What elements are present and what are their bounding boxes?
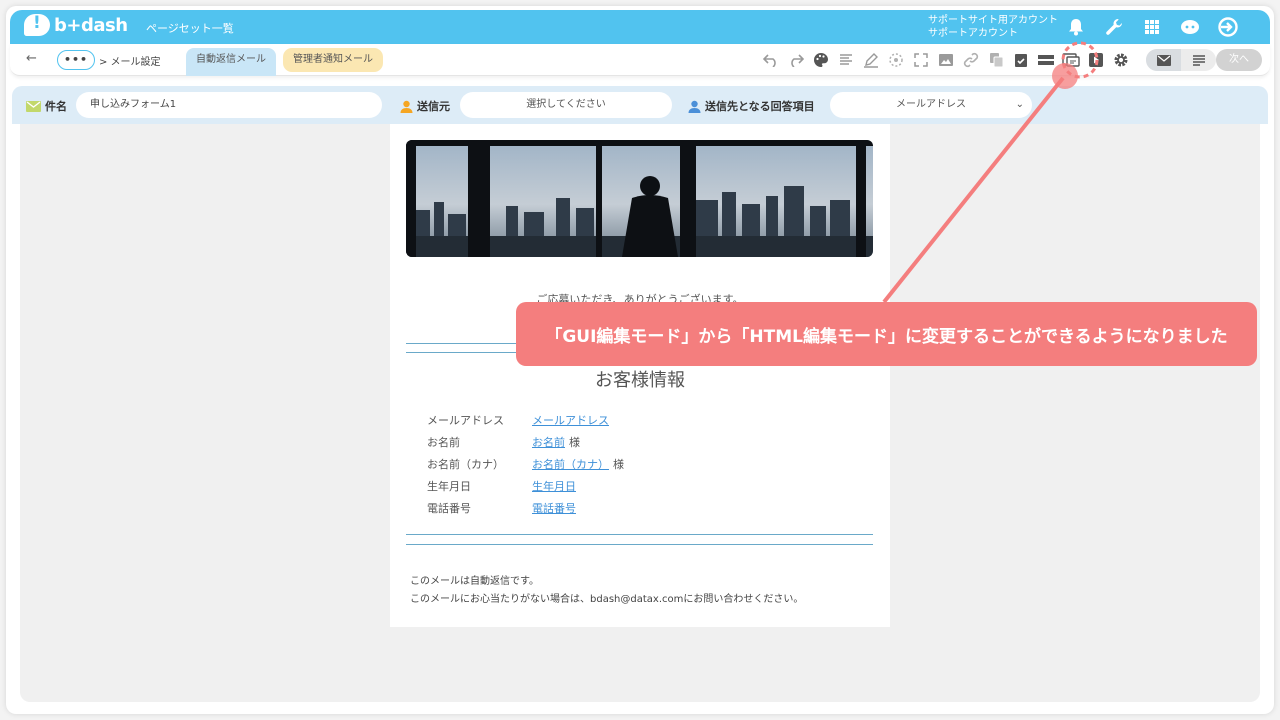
tab-auto-reply-mail[interactable]: 自動返信メール (186, 48, 276, 76)
customer-info-title[interactable]: お客様情報 (390, 366, 890, 392)
view-mode-toggle[interactable] (1146, 49, 1216, 71)
recipient-select-value: メールアドレス (896, 99, 966, 110)
person-icon (400, 100, 413, 113)
footer-line-2: このメールにお心当たりがない場合は、bdash@datax.comにお問い合わせ… (410, 594, 804, 605)
info-value-link[interactable]: お名前 (532, 434, 565, 450)
grid-icon[interactable] (1140, 15, 1164, 39)
recipient-label: 送信先となる回答項目 (688, 98, 815, 114)
top-header: b+dash ページセット一覧 サポートサイト用アカウント サポートアカウント (10, 10, 1270, 44)
play-icon[interactable] (1087, 51, 1105, 69)
logout-icon[interactable] (1216, 15, 1240, 39)
html-mode-icon[interactable] (1062, 51, 1080, 69)
account-info[interactable]: サポートサイト用アカウント サポートアカウント (928, 14, 1058, 40)
customer-info-table[interactable]: メールアドレス メールアドレス お名前 お名前 様 お名前（カナ） お名前（カナ… (427, 409, 624, 519)
mail-icon (26, 100, 41, 112)
checkbox-icon[interactable] (1012, 51, 1030, 69)
redo-icon[interactable] (787, 51, 805, 69)
sender-label: 送信元 (400, 98, 450, 114)
more-button[interactable]: ••• (57, 50, 95, 70)
info-suffix: 様 (569, 436, 580, 449)
info-suffix: 様 (613, 458, 624, 471)
pen-icon[interactable] (862, 51, 880, 69)
account-line-2: サポートアカウント (928, 28, 1018, 39)
logo-text: b+dash (54, 14, 128, 36)
bell-icon[interactable] (1064, 15, 1088, 39)
info-key: メールアドレス (427, 414, 504, 427)
subject-label-text: 件名 (45, 100, 67, 113)
palette-icon[interactable] (812, 51, 830, 69)
tab-admin-notify-mail[interactable]: 管理者通知メール (283, 48, 383, 72)
info-key: お名前（カナ） (427, 458, 504, 471)
copy-icon[interactable] (987, 51, 1005, 69)
info-row-email: メールアドレス メールアドレス (427, 409, 624, 431)
divider (406, 534, 873, 535)
info-value-link[interactable]: お名前（カナ） (532, 456, 609, 472)
mail-view-icon[interactable] (1146, 49, 1181, 71)
logo[interactable]: b+dash (24, 13, 128, 36)
mail-preview[interactable]: ご応募いただき、ありがとうございます。 お客様情報 メールアドレス メールアドレ… (390, 124, 890, 627)
info-row-phone: 電話番号 電話番号 (427, 497, 624, 519)
target-icon[interactable] (887, 51, 905, 69)
person-icon (688, 100, 701, 113)
divider (406, 544, 873, 545)
logo-icon (24, 13, 50, 36)
info-key: お名前 (427, 436, 460, 449)
annotation-callout: 「GUI編集モード」から「HTML編集モード」に変更することができるようになりま… (516, 302, 1257, 366)
subject-label: 件名 (26, 98, 67, 114)
info-row-name: お名前 お名前 様 (427, 431, 624, 453)
text-align-icon[interactable] (837, 51, 855, 69)
editor-toolbar: ← ••• > メール設定 自動返信メール 管理者通知メール 次へ (10, 44, 1270, 76)
link-icon[interactable] (962, 51, 980, 69)
info-value-link[interactable]: メールアドレス (532, 412, 609, 428)
subject-input[interactable]: 申し込みフォーム1 (76, 92, 382, 118)
info-key: 電話番号 (427, 502, 471, 515)
feedback-icon[interactable] (1178, 15, 1202, 39)
fullscreen-icon[interactable] (912, 51, 930, 69)
recipient-select[interactable]: メールアドレス ⌄ (830, 92, 1032, 118)
footer-line-1: このメールは自動返信です。 (410, 576, 539, 587)
chevron-down-icon: ⌄ (1015, 99, 1024, 110)
sender-label-text: 送信元 (417, 100, 450, 113)
page-list-link[interactable]: ページセット一覧 (146, 20, 234, 36)
info-value-link[interactable]: 生年月日 (532, 478, 576, 494)
mail-footer[interactable]: このメールは自動返信です。 このメールにお心当たりがない場合は、bdash@da… (410, 573, 803, 609)
wrench-icon[interactable] (1102, 15, 1126, 39)
layout-icon[interactable] (1037, 51, 1055, 69)
hero-image[interactable] (406, 140, 873, 257)
account-line-1: サポートサイト用アカウント (928, 15, 1058, 26)
info-key: 生年月日 (427, 480, 471, 493)
gear-icon[interactable] (1112, 51, 1130, 69)
info-value-link[interactable]: 電話番号 (532, 500, 576, 516)
image-icon[interactable] (937, 51, 955, 69)
mail-field-bar: 件名 申し込みフォーム1 送信元 選択してください 送信先となる回答項目 メール… (12, 86, 1268, 124)
sender-select[interactable]: 選択してください (460, 92, 672, 118)
info-row-birthdate: 生年月日 生年月日 (427, 475, 624, 497)
undo-icon[interactable] (762, 51, 780, 69)
back-arrow-icon[interactable]: ← (26, 51, 37, 66)
info-row-name-kana: お名前（カナ） お名前（カナ） 様 (427, 453, 624, 475)
text-view-icon[interactable] (1181, 49, 1216, 71)
breadcrumb: > メール設定 (99, 57, 161, 68)
next-button[interactable]: 次へ (1216, 49, 1262, 71)
editor-canvas: ご応募いただき、ありがとうございます。 お客様情報 メールアドレス メールアドレ… (20, 124, 1260, 702)
recipient-label-text: 送信先となる回答項目 (705, 100, 815, 113)
